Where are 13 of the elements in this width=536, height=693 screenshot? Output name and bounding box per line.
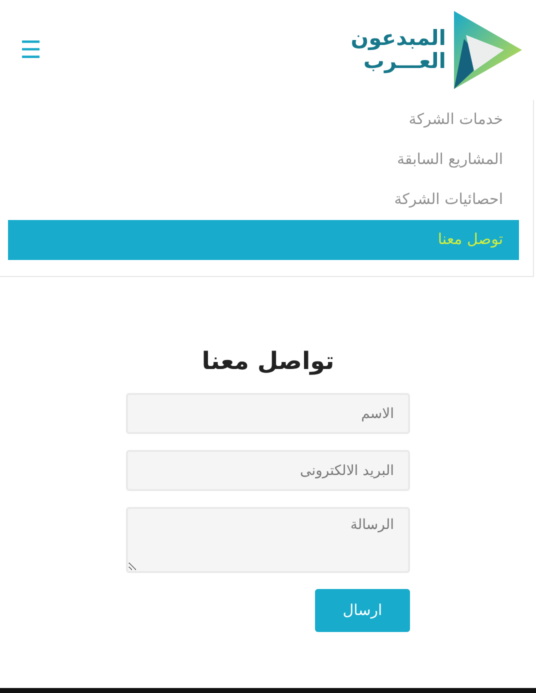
logo-icon bbox=[454, 11, 522, 89]
message-field[interactable]: الرسالة bbox=[126, 507, 410, 573]
input-field[interactable]: البريد الالكترونى bbox=[126, 450, 410, 491]
form-title: تواصل معنا bbox=[202, 346, 334, 377]
nav-link[interactable]: خدمات الشركة bbox=[8, 100, 519, 140]
logo-text: العـــرب bbox=[363, 50, 446, 74]
nav-link[interactable]: توصل معنا bbox=[8, 220, 519, 260]
input-field[interactable]: الاسم bbox=[126, 393, 410, 434]
nav-link[interactable]: المشاريع السابقة bbox=[8, 140, 519, 180]
nav-link[interactable]: احصائيات الشركة bbox=[8, 180, 519, 220]
menu-button[interactable]: ☰ bbox=[16, 38, 46, 62]
send-button[interactable]: ارسال bbox=[315, 589, 410, 632]
logo-text: المبدعون bbox=[350, 26, 446, 50]
